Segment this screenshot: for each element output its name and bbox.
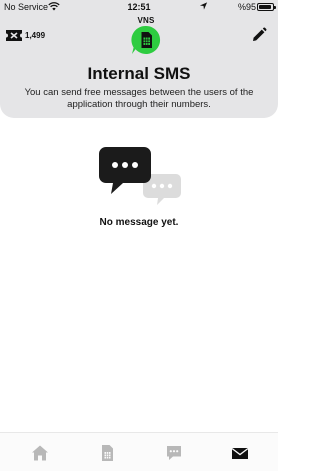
- credits-balance[interactable]: 1,499: [5, 28, 45, 42]
- header: No Service 12:51 %95 1,499 VNS Internal …: [0, 0, 278, 118]
- compose-button[interactable]: [251, 27, 267, 43]
- app-logo: VNS: [128, 16, 164, 56]
- sim-card-icon: [101, 444, 113, 461]
- chat-icon: [166, 445, 181, 460]
- ticket-icon: [6, 29, 22, 41]
- status-bar: No Service 12:51 %95: [0, 0, 278, 14]
- empty-messages-icon: [99, 147, 181, 205]
- page-subtitle: You can send free messages between the u…: [24, 87, 254, 110]
- page-title: Internal SMS: [87, 64, 191, 83]
- credits-count: 1,499: [25, 30, 46, 40]
- chat-sim-logo-icon: [131, 25, 161, 54]
- envelope-icon: [231, 447, 248, 459]
- battery-icon: [257, 3, 276, 11]
- tab-home[interactable]: [5, 433, 74, 471]
- tab-bar: [0, 432, 278, 471]
- tab-numbers[interactable]: [72, 433, 141, 471]
- home-icon: [31, 445, 48, 460]
- tab-messages[interactable]: [205, 433, 274, 471]
- tab-chat[interactable]: [139, 433, 208, 471]
- battery-percent: %95: [238, 2, 257, 12]
- clock: 12:51: [127, 2, 151, 12]
- empty-state-text: No message yet.: [99, 217, 179, 228]
- location-arrow-icon: [199, 2, 208, 10]
